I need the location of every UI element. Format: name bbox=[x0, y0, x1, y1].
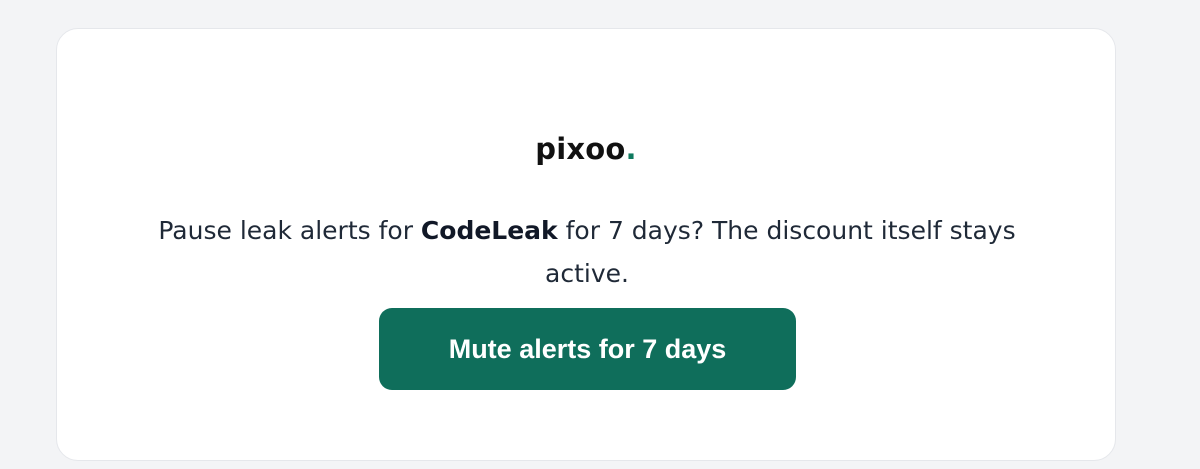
message-after: for 7 days? The discount itself stays ac… bbox=[545, 216, 1016, 288]
brand-name: pixoo bbox=[535, 132, 626, 166]
brand-dot: . bbox=[625, 132, 637, 166]
mute-alerts-button[interactable]: Mute alerts for 7 days bbox=[379, 308, 796, 390]
brand-logo: pixoo. bbox=[57, 132, 1115, 166]
product-name: CodeLeak bbox=[420, 216, 558, 245]
mute-alerts-card: pixoo. Pause leak alerts for CodeLeak fo… bbox=[56, 28, 1116, 461]
confirmation-message: Pause leak alerts for CodeLeak for 7 day… bbox=[127, 209, 1047, 295]
message-before: Pause leak alerts for bbox=[158, 216, 421, 245]
